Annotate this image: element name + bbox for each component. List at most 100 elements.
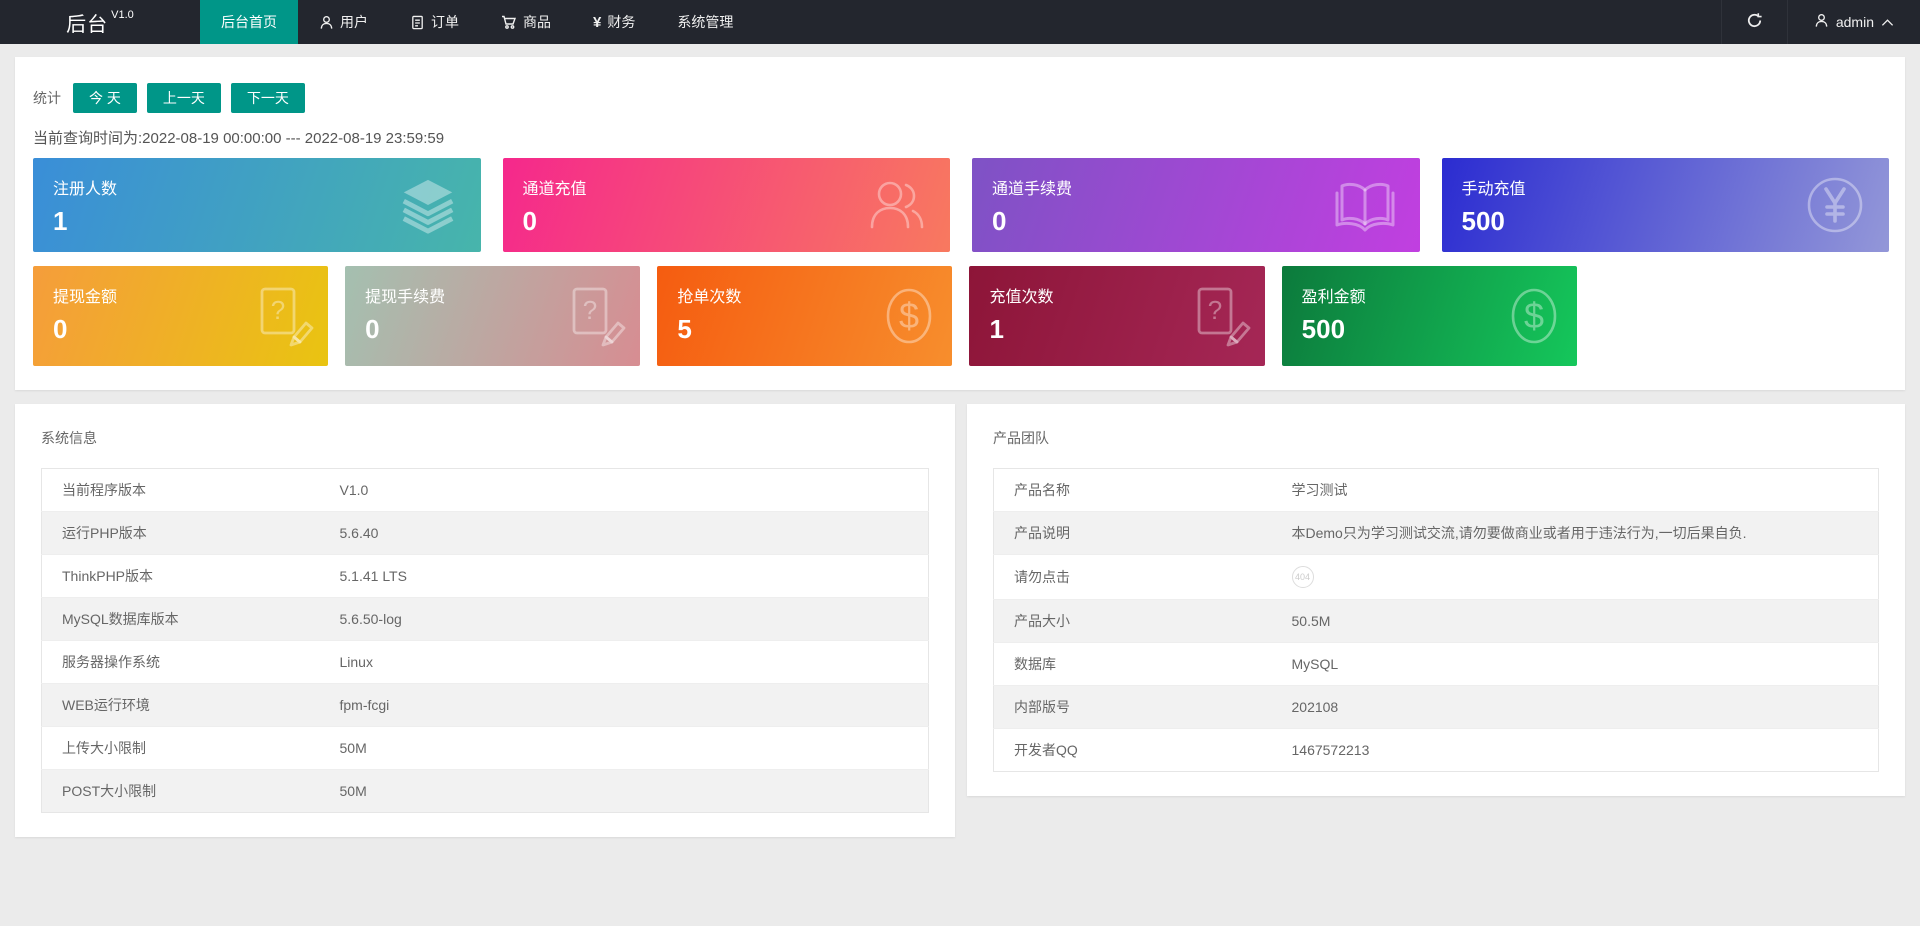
table-row: 开发者QQ 1467572213 xyxy=(993,728,1879,772)
row-value: 50M xyxy=(329,769,929,813)
product-team-panel: 产品团队 产品名称 学习测试 产品说明 本Demo只为学习测试交流,请勿要做商业… xyxy=(967,404,1905,796)
nav-item-label: 后台首页 xyxy=(221,14,277,30)
yen-icon: ¥ xyxy=(593,13,602,31)
table-row: 内部版号 202108 xyxy=(993,685,1879,729)
table-row: MySQL数据库版本 5.6.50-log xyxy=(41,597,929,641)
nav-item-home[interactable]: 后台首页 xyxy=(200,0,298,44)
table-row: 数据库 MySQL xyxy=(993,642,1879,686)
row-label: POST大小限制 xyxy=(41,769,330,813)
row-label: 数据库 xyxy=(993,642,1282,686)
svg-text:?: ? xyxy=(271,295,285,325)
system-info-panel: 系统信息 当前程序版本 V1.0 运行PHP版本 5.6.40 ThinkPHP… xyxy=(15,404,955,837)
row-value: 5.1.41 LTS xyxy=(329,554,929,598)
logo-text: 后台 xyxy=(66,13,109,36)
row-value: 50M xyxy=(329,726,929,770)
nav-item-system[interactable]: 系统管理 xyxy=(656,0,754,44)
logo-version: V1.0 xyxy=(111,9,134,21)
row-value: 本Demo只为学习测试交流,请勿要做商业或者用于违法行为,一切后果自负. xyxy=(1281,511,1879,555)
user-icon xyxy=(1814,13,1829,31)
username: admin xyxy=(1835,14,1874,30)
file-question-icon: ? xyxy=(562,284,626,348)
file-question-icon: ? xyxy=(250,284,314,348)
row-value: 50.5M xyxy=(1281,599,1879,643)
stat-card: 抢单次数 5 $ xyxy=(657,266,953,366)
svg-text:?: ? xyxy=(583,295,597,325)
system-info-table: 当前程序版本 V1.0 运行PHP版本 5.6.40 ThinkPHP版本 5.… xyxy=(41,468,929,813)
nav-item-users[interactable]: 用户 xyxy=(298,0,389,44)
navbar: 后台 V1.0 后台首页 用户 订单 商品 ¥ 财务 系统管理 admin xyxy=(0,0,1920,44)
stat-card: 注册人数 1 xyxy=(33,158,481,252)
nav-item-label: 系统管理 xyxy=(677,14,734,30)
row-value: Linux xyxy=(329,640,929,684)
yen-circle-icon xyxy=(1803,173,1867,237)
table-row: POST大小限制 50M xyxy=(41,769,929,813)
row-label: 内部版号 xyxy=(993,685,1282,729)
row-label: MySQL数据库版本 xyxy=(41,597,330,641)
row-label: ThinkPHP版本 xyxy=(41,554,330,598)
nav-item-finance[interactable]: ¥ 财务 xyxy=(572,0,656,44)
svg-text:?: ? xyxy=(1207,295,1221,325)
stat-cards-row-2: 提现金额 0 ? 提现手续费 0 ? 抢单次数 5 $ 充值次数 1 ? 盈利金… xyxy=(33,266,1889,366)
row-value: 404 xyxy=(1281,554,1879,600)
stat-cards-row-1: 注册人数 1 通道充值 0 通道手续费 0 手动充值 500 xyxy=(33,158,1889,252)
row-value: 5.6.40 xyxy=(329,511,929,555)
status-badge[interactable]: 404 xyxy=(1291,566,1314,588)
today-button[interactable]: 今 天 xyxy=(73,83,137,113)
stats-panel: 统计 今 天 上一天 下一天 当前查询时间为:2022-08-19 00:00:… xyxy=(15,57,1905,390)
stat-card: 充值次数 1 ? xyxy=(969,266,1265,366)
row-value: 1467572213 xyxy=(1281,728,1879,772)
stat-card: 通道手续费 0 xyxy=(972,158,1420,252)
user-icon xyxy=(319,15,334,30)
row-label: 请勿点击 xyxy=(993,554,1282,600)
stat-card: 提现金额 0 ? xyxy=(33,266,329,366)
table-row: 产品说明 本Demo只为学习测试交流,请勿要做商业或者用于违法行为,一切后果自负… xyxy=(993,511,1879,555)
row-label: 运行PHP版本 xyxy=(41,511,330,555)
order-icon xyxy=(410,15,425,30)
next-day-button[interactable]: 下一天 xyxy=(230,83,305,113)
open-book-icon xyxy=(1332,175,1398,235)
nav-item-label: 商品 xyxy=(523,14,551,30)
chevron-up-icon xyxy=(1881,14,1894,30)
svg-text:$: $ xyxy=(899,295,919,336)
row-value: V1.0 xyxy=(339,482,369,498)
table-row: 产品大小 50.5M xyxy=(993,599,1879,643)
row-label: 产品名称 xyxy=(1014,482,1070,498)
table-row: 当前程序版本 V1.0 xyxy=(42,469,929,512)
row-label: 产品大小 xyxy=(993,599,1282,643)
product-team-title: 产品团队 xyxy=(993,430,1049,446)
users-icon xyxy=(864,173,928,237)
nav-item-label: 用户 xyxy=(340,14,368,30)
row-label: 开发者QQ xyxy=(993,728,1282,772)
file-question-icon: ? xyxy=(1187,284,1251,348)
prev-day-button[interactable]: 上一天 xyxy=(146,83,221,113)
table-row: 运行PHP版本 5.6.40 xyxy=(41,511,929,555)
dollar-circle-icon: $ xyxy=(1505,283,1563,349)
stat-card: 盈利金额 500 $ xyxy=(1281,266,1577,366)
row-value: fpm-fcgi xyxy=(329,683,929,727)
dashboard-page: { "navbar": { "logo": "后台", "version": "… xyxy=(0,0,1920,926)
nav-item-orders[interactable]: 订单 xyxy=(389,0,480,44)
admin-menu[interactable]: admin xyxy=(1786,0,1920,44)
row-value: MySQL xyxy=(1281,642,1879,686)
row-value: 202108 xyxy=(1281,685,1879,729)
nav-item-goods[interactable]: 商品 xyxy=(480,0,572,44)
system-info-title: 系统信息 xyxy=(41,430,97,446)
table-row: 请勿点击 404 xyxy=(993,554,1879,600)
stat-card: 通道充值 0 xyxy=(502,158,950,252)
cart-icon xyxy=(501,14,517,30)
stats-toolbar: 统计 今 天 上一天 下一天 xyxy=(33,83,1889,113)
query-time-text: 当前查询时间为:2022-08-19 00:00:00 --- 2022-08-… xyxy=(33,130,445,147)
product-team-table: 产品名称 学习测试 产品说明 本Demo只为学习测试交流,请勿要做商业或者用于违… xyxy=(993,468,1879,772)
row-value: 5.6.50-log xyxy=(329,597,929,641)
table-row: ThinkPHP版本 5.1.41 LTS xyxy=(41,554,929,598)
dollar-circle-icon: $ xyxy=(880,283,938,349)
main-nav: 后台首页 用户 订单 商品 ¥ 财务 系统管理 xyxy=(200,0,754,44)
info-section: 系统信息 当前程序版本 V1.0 运行PHP版本 5.6.40 ThinkPHP… xyxy=(15,404,1905,837)
refresh-icon xyxy=(1746,12,1763,32)
refresh-button[interactable] xyxy=(1720,0,1787,44)
row-label: 当前程序版本 xyxy=(62,482,146,498)
svg-text:$: $ xyxy=(1524,295,1544,336)
app-logo: 后台 V1.0 xyxy=(0,0,200,44)
table-row: 服务器操作系统 Linux xyxy=(41,640,929,684)
stat-card: 手动充值 500 xyxy=(1441,158,1889,252)
